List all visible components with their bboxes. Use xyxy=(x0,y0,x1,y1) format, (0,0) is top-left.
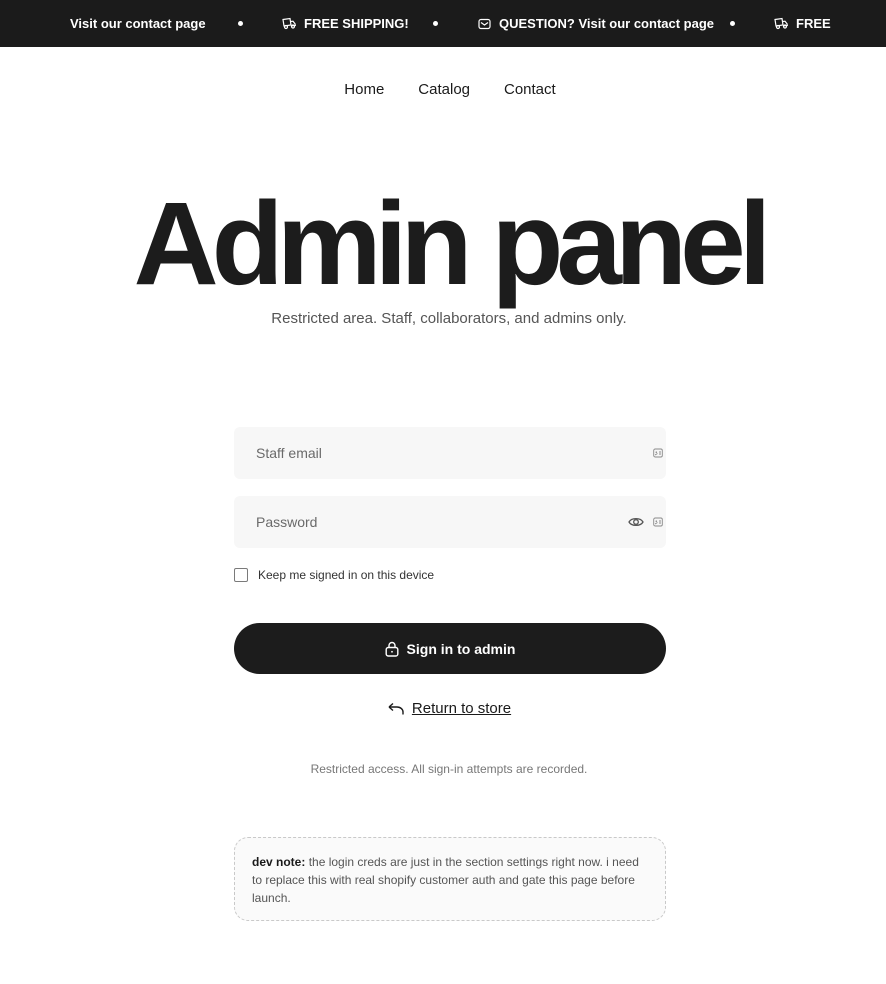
dev-note-label: dev note: xyxy=(252,855,306,869)
dev-note-text: the login creds are just in the section … xyxy=(252,855,639,905)
email-field-wrapper xyxy=(234,427,666,479)
ticker-separator xyxy=(238,21,243,26)
announcement-ticker: Visit our contact page FREE SHIPPING! QU… xyxy=(0,0,886,47)
ticker-separator xyxy=(433,21,438,26)
ticker-item-label: FREE xyxy=(796,16,831,31)
nav-item-catalog[interactable]: Catalog xyxy=(418,80,470,100)
eye-icon[interactable] xyxy=(628,515,644,529)
ticker-item[interactable]: Visit our contact page xyxy=(70,0,206,47)
password-field[interactable] xyxy=(234,496,666,548)
ticker-item-label: Visit our contact page xyxy=(70,16,206,31)
return-label: Return to store xyxy=(411,700,512,717)
sign-in-button[interactable]: Sign in to admin xyxy=(234,623,666,674)
dev-note: dev note: the login creds are just in th… xyxy=(234,837,666,921)
remember-checkbox[interactable] xyxy=(234,568,248,582)
remember-label: Keep me signed in on this device xyxy=(258,568,435,582)
truck-icon xyxy=(282,17,296,30)
ticker-item[interactable]: FREE xyxy=(774,0,831,47)
page-title: Admin panel xyxy=(133,178,771,310)
ticker-item-label: QUESTION? Visit our contact page xyxy=(499,16,715,31)
remember-me[interactable]: Keep me signed in on this device xyxy=(234,568,434,582)
security-notice: Restricted access. All sign-in attempts … xyxy=(310,762,588,776)
ticker-item[interactable]: FREE SHIPPING! xyxy=(282,0,409,47)
page-subtitle: Restricted area. Staff, collaborators, a… xyxy=(271,310,627,327)
truck-icon xyxy=(774,17,788,30)
autofill-icon[interactable] xyxy=(653,448,663,458)
autofill-icon[interactable] xyxy=(653,517,663,527)
nav-item-home[interactable]: Home xyxy=(344,80,384,100)
ticker-separator xyxy=(730,21,735,26)
ticker-item[interactable]: QUESTION? Visit our contact page xyxy=(478,0,714,47)
mail-icon xyxy=(478,18,491,29)
email-field[interactable] xyxy=(234,427,666,479)
nav-item-contact[interactable]: Contact xyxy=(504,80,556,100)
sign-in-label: Sign in to admin xyxy=(406,640,516,657)
ticker-track: Visit our contact page FREE SHIPPING! QU… xyxy=(0,0,886,47)
return-to-store-link[interactable]: Return to store xyxy=(0,700,886,717)
undo-arrow-icon xyxy=(388,702,404,714)
lock-icon xyxy=(385,641,399,657)
ticker-item-label: FREE SHIPPING! xyxy=(304,16,409,31)
main-nav: Home Catalog Contact xyxy=(0,80,886,100)
password-field-wrapper xyxy=(234,496,666,548)
